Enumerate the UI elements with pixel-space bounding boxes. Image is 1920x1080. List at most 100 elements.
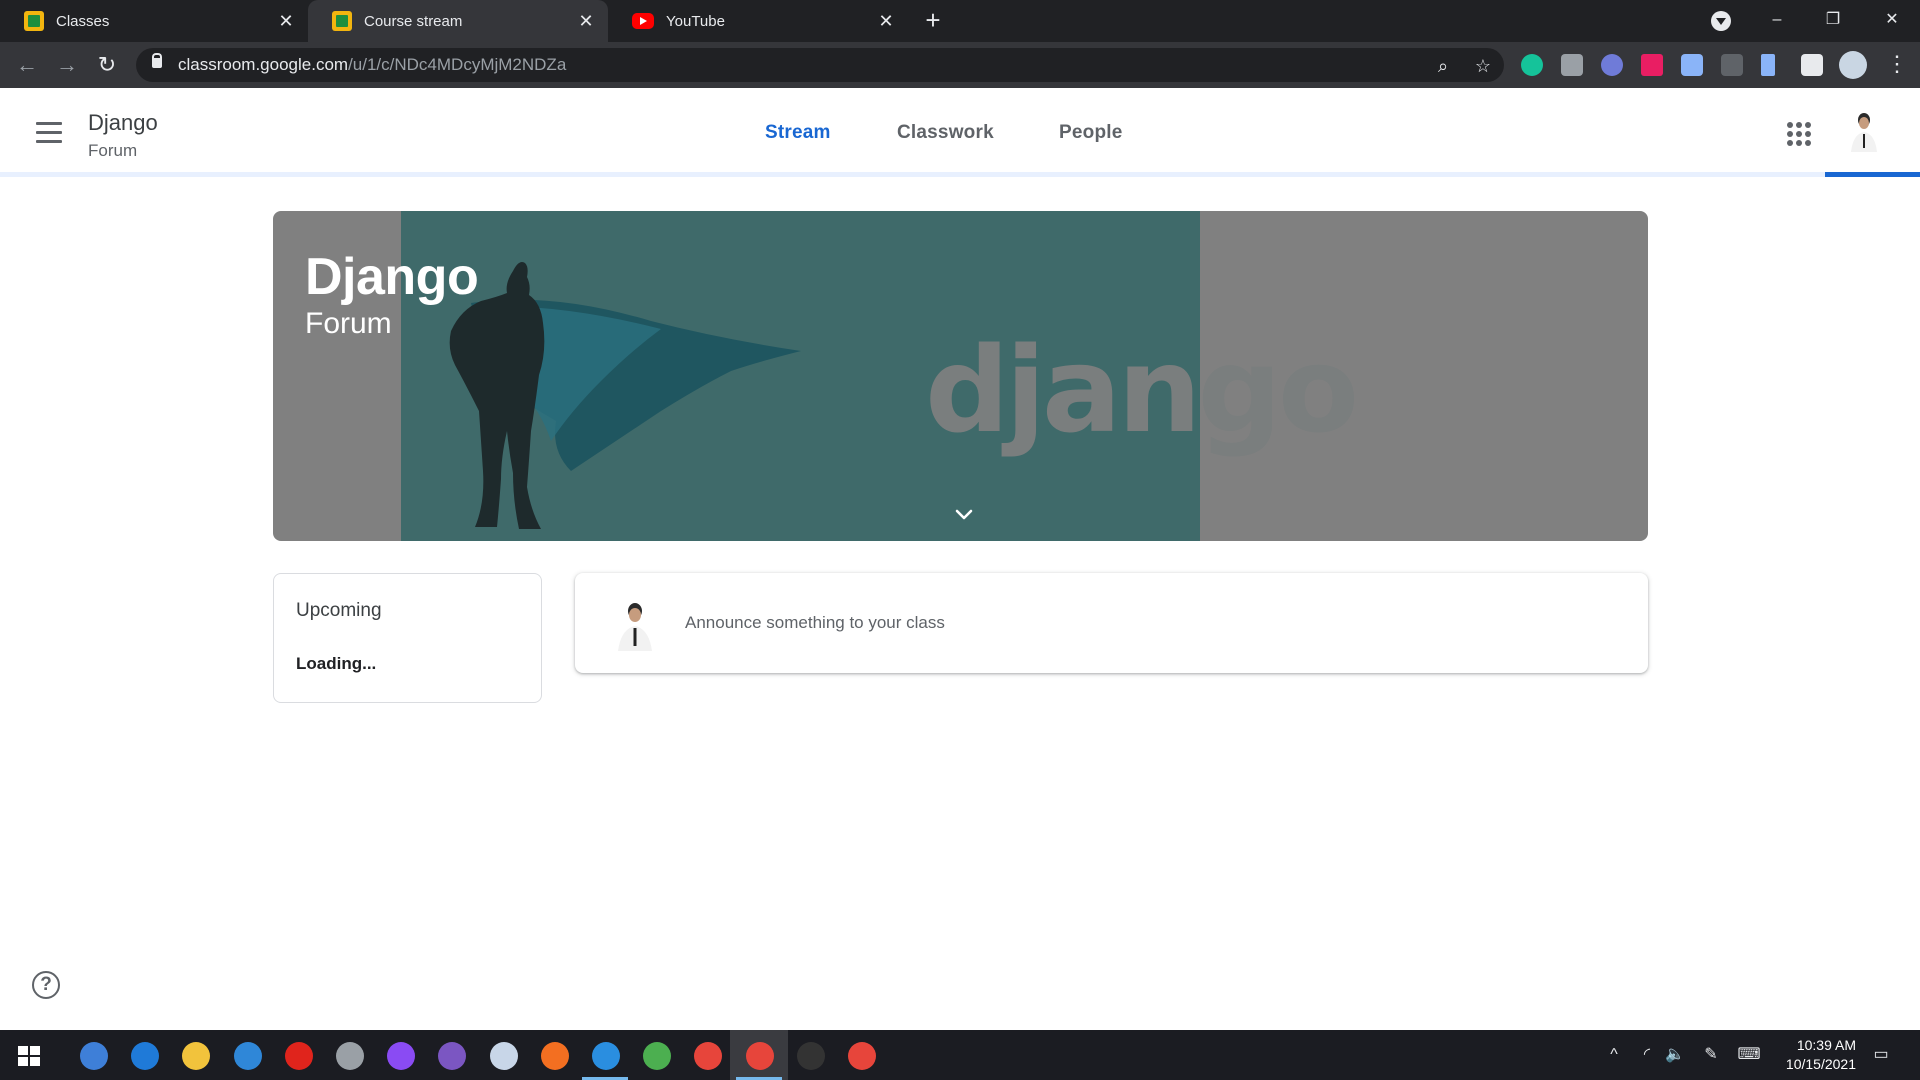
github-icon — [438, 1042, 466, 1070]
account-avatar[interactable] — [1843, 108, 1885, 152]
user-avatar — [609, 597, 661, 651]
class-banner: django Django Forum — [273, 211, 1648, 541]
terminal-icon — [797, 1042, 825, 1070]
banner-subtitle: Forum — [305, 307, 392, 340]
browser-toolbar: ← → ↻ classroom.google.com/u/1/c/NDc4MDc… — [0, 42, 1920, 88]
close-window-button[interactable]: ✕ — [1864, 0, 1920, 42]
restore-button[interactable]: ❐ — [1805, 0, 1861, 42]
chevron-up-icon[interactable]: ^ — [1600, 1030, 1628, 1080]
star-icon[interactable]: ☆ — [1472, 55, 1494, 77]
tab-stream[interactable]: Stream — [765, 122, 831, 144]
taskbar-github-icon[interactable] — [422, 1030, 480, 1080]
taskbar-chrome-ek-icon[interactable] — [832, 1030, 890, 1080]
taskbar-satellite-icon[interactable] — [320, 1030, 378, 1080]
taskbar-opera-icon[interactable] — [269, 1030, 327, 1080]
windows-start-icon[interactable] — [18, 1046, 40, 1066]
tab-title: YouTube — [666, 12, 725, 30]
back-icon[interactable]: ← — [12, 50, 42, 80]
volume-icon[interactable]: 🔈 — [1661, 1030, 1689, 1080]
url-text[interactable]: classroom.google.com/u/1/c/NDc4MDcyMjM2N… — [178, 55, 566, 75]
keyboard-icon[interactable]: ⌨ — [1733, 1030, 1765, 1080]
close-icon[interactable]: ✕ — [574, 9, 598, 33]
classroom-icon — [24, 11, 44, 31]
earth-icon — [643, 1042, 671, 1070]
forward-icon[interactable]: → — [52, 50, 82, 80]
file-explorer-icon — [182, 1042, 210, 1070]
upcoming-title: Upcoming — [296, 600, 382, 621]
windows-taskbar: ^ ◜ 🔈 ✎ ⌨ 10:39 AM 10/15/2021 ▭ — [0, 1030, 1920, 1080]
close-icon[interactable]: ✕ — [874, 9, 898, 33]
class-title[interactable]: Django — [88, 110, 158, 136]
announce-box[interactable]: Announce something to your class — [575, 573, 1648, 673]
taskbar-paint-icon[interactable] — [474, 1030, 532, 1080]
camera-extension-icon[interactable] — [1561, 54, 1583, 76]
taskbar-messenger-icon[interactable] — [371, 1030, 429, 1080]
new-tab-button[interactable]: + — [918, 6, 948, 36]
announce-placeholder[interactable]: Announce something to your class — [685, 613, 945, 633]
pen-icon[interactable]: ✎ — [1697, 1030, 1725, 1080]
upcoming-status: Loading... — [296, 654, 377, 673]
menu-kebab-icon[interactable]: ⋮ — [1886, 51, 1908, 77]
banner-illustration: django — [401, 211, 1359, 541]
taskbar-file-explorer-icon[interactable] — [166, 1030, 224, 1080]
firefox-icon — [541, 1042, 569, 1070]
paint-icon — [490, 1042, 518, 1070]
taskbar-chrome-active-icon[interactable] — [730, 1030, 788, 1080]
tab-classes[interactable]: Classes ✕ — [0, 0, 308, 42]
browser-tab-strip: Classes ✕ Course stream ✕ YouTube ✕ + – … — [0, 0, 1920, 42]
minimize-button[interactable]: – — [1749, 0, 1805, 42]
hamburger-menu-icon[interactable] — [36, 122, 62, 143]
taskbar-firefox-icon[interactable] — [525, 1030, 583, 1080]
chevron-down-icon[interactable] — [952, 503, 976, 527]
google-apps-icon[interactable] — [1787, 122, 1811, 146]
grammarly-extension-icon[interactable] — [1521, 54, 1543, 76]
classroom-icon — [332, 11, 352, 31]
extension-icon[interactable] — [1721, 54, 1743, 76]
profile-avatar[interactable] — [1839, 51, 1867, 79]
taskbar-chrome-icon[interactable] — [678, 1030, 736, 1080]
taskbar-edge-icon[interactable] — [115, 1030, 173, 1080]
lock-icon[interactable] — [152, 53, 162, 68]
satellite-icon — [336, 1042, 364, 1070]
banner-title: Django — [305, 248, 479, 306]
tab-title: Course stream — [364, 12, 463, 30]
messenger-icon — [387, 1042, 415, 1070]
header-divider — [0, 172, 1920, 177]
taskbar-mail-icon[interactable] — [218, 1030, 276, 1080]
zoom-icon[interactable]: ⌕ — [1432, 55, 1454, 77]
help-icon[interactable]: ? — [32, 971, 60, 999]
clock-date: 10/15/2021 — [1785, 1056, 1856, 1072]
address-bar[interactable]: classroom.google.com/u/1/c/NDc4MDcyMjM2N… — [136, 48, 1504, 82]
extension-icon[interactable] — [1601, 54, 1623, 76]
edge-icon — [131, 1042, 159, 1070]
taskbar-terminal-icon[interactable] — [781, 1030, 839, 1080]
download-extension-icon[interactable] — [1681, 54, 1703, 76]
vscode-icon — [592, 1042, 620, 1070]
chrome-ek-icon — [848, 1042, 876, 1070]
taskbar-vscode-icon[interactable] — [576, 1030, 634, 1080]
tab-people[interactable]: People — [1059, 122, 1123, 144]
close-icon[interactable]: ✕ — [274, 9, 298, 33]
mail-icon — [234, 1042, 262, 1070]
chrome-icon — [694, 1042, 722, 1070]
banner-art-text: django — [925, 321, 1359, 459]
chrome-active-icon — [746, 1042, 774, 1070]
taskbar-earth-icon[interactable] — [627, 1030, 685, 1080]
play-extension-icon[interactable] — [1641, 54, 1663, 76]
tab-course-stream[interactable]: Course stream ✕ — [308, 0, 608, 42]
clock[interactable]: 10:39 AM 10/15/2021 — [1770, 1036, 1856, 1074]
pen-extension-icon[interactable] — [1761, 54, 1775, 76]
wifi-icon[interactable]: ◜ — [1633, 1030, 1661, 1080]
class-section: Forum — [88, 141, 138, 160]
tab-youtube[interactable]: YouTube ✕ — [608, 0, 908, 42]
taskbar-qb-icon[interactable] — [64, 1030, 122, 1080]
tab-search-icon[interactable] — [1711, 11, 1731, 31]
puzzle-icon[interactable] — [1801, 54, 1823, 76]
notification-icon[interactable]: ▭ — [1866, 1030, 1896, 1080]
qb-icon — [80, 1042, 108, 1070]
tab-classwork[interactable]: Classwork — [897, 122, 994, 144]
upcoming-card: Upcoming Loading... — [273, 573, 542, 703]
reload-icon[interactable]: ↻ — [92, 50, 122, 80]
tab-title: Classes — [56, 12, 110, 30]
opera-icon — [285, 1042, 313, 1070]
